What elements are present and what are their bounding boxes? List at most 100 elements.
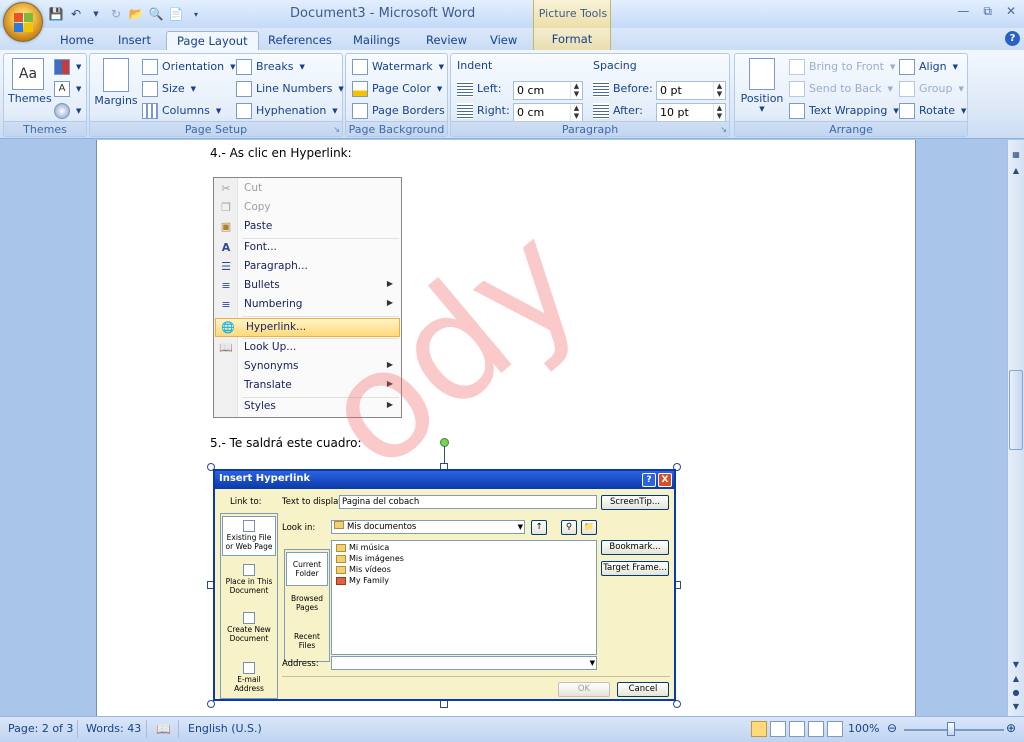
page-color-button[interactable]: Page Color ▼ xyxy=(352,79,442,99)
indent-left-spinner[interactable]: ▲ ▼ xyxy=(570,82,582,99)
zoom-out-icon[interactable]: ⊖ xyxy=(887,721,897,735)
minimize-icon[interactable]: — xyxy=(957,4,969,19)
menu-item-font: A Font... xyxy=(214,239,401,258)
size-button[interactable]: Size ▼ xyxy=(142,79,196,99)
rotate-button[interactable]: Rotate ▼ xyxy=(899,101,966,121)
cancel-button: Cancel xyxy=(617,682,669,697)
zoom-level[interactable]: 100% xyxy=(848,722,879,735)
page-background-group: Watermark ▼ Page Color ▼ Page Borders Page… xyxy=(345,53,448,137)
file-list-item: My Family xyxy=(336,576,389,585)
send-to-back-button[interactable]: Send to Back ▼ xyxy=(789,79,893,99)
undo-dropdown-icon[interactable]: ▼ xyxy=(88,6,104,22)
help-icon[interactable]: ? xyxy=(1005,31,1020,46)
ruler-toggle-icon[interactable]: ▦ xyxy=(1009,148,1023,162)
resize-handle-b[interactable] xyxy=(440,700,448,708)
scroll-thumb[interactable] xyxy=(1009,370,1023,450)
customize-qat-icon[interactable]: ▾ xyxy=(188,6,204,22)
scroll-down-icon[interactable]: ▼ xyxy=(1009,658,1023,672)
look-up-icon: 📖 xyxy=(219,341,233,354)
line-numbers-icon xyxy=(236,81,252,97)
align-button[interactable]: Align ▼ xyxy=(899,57,958,77)
tab-home[interactable]: Home xyxy=(50,31,104,51)
browse-object-icon[interactable]: ● xyxy=(1009,686,1023,700)
position-button[interactable]: Position ▼ xyxy=(739,58,785,113)
next-page-icon[interactable]: ▼ xyxy=(1009,700,1023,714)
hyperlink-icon: 🌐 xyxy=(221,321,235,334)
zoom-in-icon[interactable]: ⊕ xyxy=(1006,721,1016,735)
menu-item-copy: ❐ Copy xyxy=(214,199,401,218)
spacing-before-input[interactable]: 0 pt ▲ ▼ xyxy=(656,81,726,100)
arrange-group-label: Arrange xyxy=(735,121,967,136)
tab-insert[interactable]: Insert xyxy=(108,31,161,51)
bring-to-front-button[interactable]: Bring to Front ▼ xyxy=(789,57,895,77)
resize-handle-bl[interactable] xyxy=(207,700,215,708)
tab-mailings[interactable]: Mailings xyxy=(343,31,410,51)
spacing-after-spinner[interactable]: ▲ ▼ xyxy=(713,104,725,121)
theme-fonts-button[interactable]: A ▼ xyxy=(54,79,81,99)
browse-file-icon: 📁 xyxy=(581,520,597,535)
image-file-icon xyxy=(336,576,346,585)
full-screen-reading-icon[interactable] xyxy=(770,721,786,737)
columns-button[interactable]: Columns ▼ xyxy=(142,101,221,121)
browse-current-folder: Current Folder xyxy=(286,552,328,586)
zoom-slider-thumb[interactable] xyxy=(947,722,955,736)
tab-references[interactable]: References xyxy=(258,31,342,51)
page-setup-launcher-icon[interactable]: ↘ xyxy=(333,125,340,134)
draft-view-icon[interactable] xyxy=(827,721,843,737)
tab-review[interactable]: Review xyxy=(416,31,477,51)
breaks-button[interactable]: Breaks ▼ xyxy=(236,57,305,77)
indent-left-input[interactable]: 0 cm ▲ ▼ xyxy=(513,81,583,100)
folder-icon xyxy=(334,521,344,529)
menu-item-bullets: ≡ Bullets ▶ xyxy=(214,277,401,296)
tab-view[interactable]: View xyxy=(480,31,527,51)
open-icon[interactable]: 📂 xyxy=(128,6,144,22)
theme-colors-button[interactable]: ▼ xyxy=(54,57,81,77)
step-5-text: 5.- Te saldrá este cuadro: xyxy=(210,436,362,450)
text-wrapping-button[interactable]: Text Wrapping ▼ xyxy=(789,101,899,121)
margins-button[interactable]: Margins xyxy=(94,58,138,107)
save-icon[interactable]: 💾 xyxy=(48,6,64,22)
close-icon[interactable]: ✕ xyxy=(1006,4,1016,19)
indent-left-label: Left: xyxy=(457,79,501,99)
vertical-scrollbar[interactable]: ▦ ▲ ▼ ▲ ● ▼ xyxy=(1007,140,1024,716)
line-numbers-button[interactable]: Line Numbers ▼ xyxy=(236,79,344,99)
previous-page-icon[interactable]: ▲ xyxy=(1009,672,1023,686)
scroll-up-icon[interactable]: ▲ xyxy=(1009,164,1023,178)
themes-button[interactable]: Aa Themes xyxy=(8,58,52,105)
indent-right-input[interactable]: 0 cm ▲ ▼ xyxy=(513,103,583,122)
link-to-create-new-document: Create New Document xyxy=(222,612,276,643)
spacing-before-spinner[interactable]: ▲ ▼ xyxy=(713,82,725,99)
link-to-panel: Existing File or Web Page Place in This … xyxy=(220,513,278,699)
page-count[interactable]: Page: 2 of 3 xyxy=(8,722,73,735)
watermark-button[interactable]: Watermark ▼ xyxy=(352,57,444,77)
restore-icon[interactable]: ⧉ xyxy=(983,4,992,19)
new-document-icon[interactable]: 📄 xyxy=(168,6,184,22)
tab-page-layout[interactable]: Page Layout xyxy=(166,31,259,51)
redo-icon[interactable]: ↻ xyxy=(108,6,124,22)
spacing-after-input[interactable]: 10 pt ▲ ▼ xyxy=(656,103,726,122)
insert-hyperlink-dialog-picture[interactable]: Insert Hyperlink ? X Link to: Text to di… xyxy=(213,469,676,701)
undo-icon[interactable]: ↶ xyxy=(68,6,84,22)
window-title: Document3 - Microsoft Word xyxy=(290,6,476,21)
office-button[interactable] xyxy=(3,2,43,42)
indent-right-spinner[interactable]: ▲ ▼ xyxy=(570,104,582,121)
theme-effects-button[interactable]: ▼ xyxy=(54,101,81,121)
language-indicator[interactable]: English (U.S.) xyxy=(188,722,262,735)
orientation-button[interactable]: Orientation ▼ xyxy=(142,57,236,77)
outline-view-icon[interactable] xyxy=(808,721,824,737)
print-preview-icon[interactable]: 🔍 xyxy=(148,6,164,22)
themes-group: Aa Themes ▼ A ▼ ▼ Themes xyxy=(3,53,87,137)
resize-handle-br[interactable] xyxy=(673,700,681,708)
web-layout-icon[interactable] xyxy=(789,721,805,737)
tab-format[interactable]: Format xyxy=(533,28,611,51)
step-4-text: 4.- As clic en Hyperlink: xyxy=(210,146,352,160)
group-button[interactable]: Group ▼ xyxy=(899,79,964,99)
hyphenation-button[interactable]: Hyphenation ▼ xyxy=(236,101,338,121)
page-borders-button[interactable]: Page Borders xyxy=(352,101,445,121)
proofing-icon[interactable]: 📖 xyxy=(156,722,171,736)
numbering-icon: ≡ xyxy=(221,298,231,311)
print-layout-view-icon[interactable] xyxy=(751,721,767,737)
browse-recent-files: Recent Files xyxy=(294,632,320,650)
word-count[interactable]: Words: 43 xyxy=(86,722,141,735)
paragraph-launcher-icon[interactable]: ↘ xyxy=(720,125,727,134)
